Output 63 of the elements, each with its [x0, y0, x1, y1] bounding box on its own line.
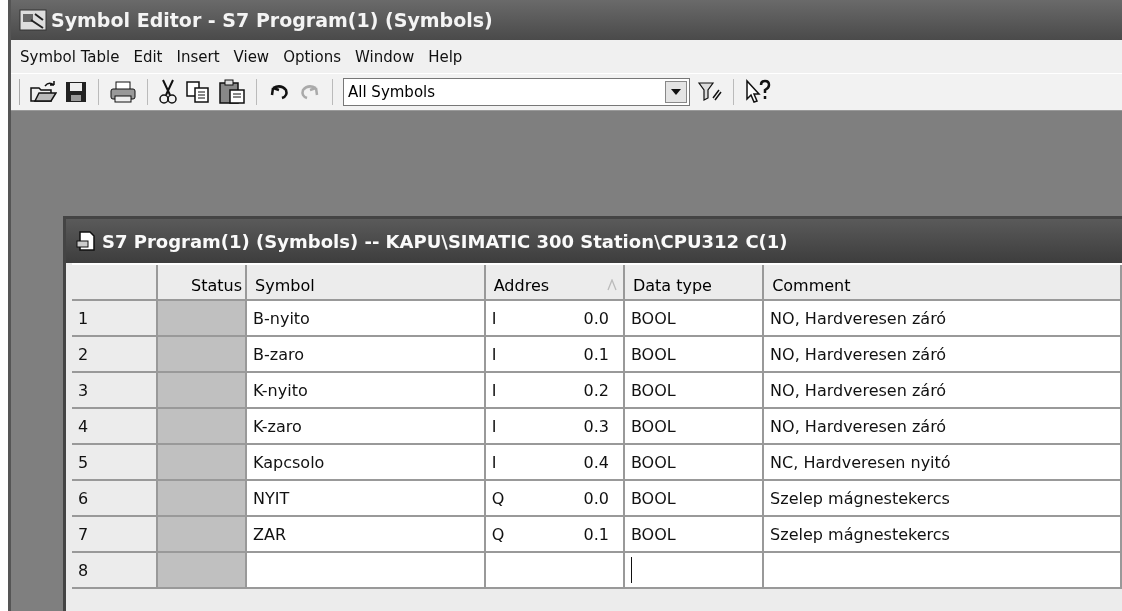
copy-icon[interactable] — [185, 80, 211, 104]
column-header[interactable]: Data type — [624, 265, 765, 301]
table-cell: BOOL — [624, 301, 765, 337]
table-cell: B-nyito — [247, 301, 486, 337]
cut-icon[interactable] — [158, 79, 178, 105]
column-header[interactable]: Addres — [485, 265, 625, 301]
window-title: Symbol Editor - S7 Program(1) (Symbols) — [51, 9, 493, 31]
dropdown-arrow-icon — [671, 89, 681, 95]
table-cell: BOOL — [624, 337, 765, 373]
paste-icon[interactable] — [218, 79, 246, 105]
document-title: S7 Program(1) (Symbols) -- KAPU\SIMATIC 300 Station\CPU312 C(1) — [102, 230, 788, 252]
table-cell: I 0.0 — [485, 301, 625, 337]
column-header[interactable]: Comment — [764, 265, 1122, 301]
menu-item[interactable]: Insert — [169, 45, 227, 68]
symbol-filter-dropdown[interactable]: All Symbols — [343, 78, 690, 106]
save-icon[interactable] — [64, 80, 88, 104]
open-folder-icon[interactable] — [29, 80, 57, 104]
row-number[interactable]: 1 — [72, 301, 158, 337]
text-cursor — [630, 557, 632, 583]
row-number[interactable]: 8 — [72, 553, 158, 589]
table-cell: I 0.3 — [485, 409, 625, 445]
table-cell: NO, Hardveresen záró — [764, 409, 1122, 445]
document-icon — [76, 230, 96, 252]
table-cell: I 0.1 — [485, 337, 625, 373]
table-cell: NO, Hardveresen záró — [764, 301, 1122, 337]
row-number[interactable]: 4 — [72, 409, 158, 445]
table-cell: BOOL — [624, 517, 765, 553]
table-cell: K-zaro — [247, 409, 486, 445]
row-number[interactable]: 5 — [72, 445, 158, 481]
row-number[interactable]: 6 — [72, 481, 158, 517]
column-header[interactable]: Status — [157, 265, 248, 301]
table-cell: Q 0.1 — [485, 517, 625, 553]
menu-item[interactable]: Options — [276, 45, 349, 68]
app-icon — [19, 8, 47, 32]
table-cell: Q 0.0 — [485, 481, 625, 517]
table-cell: I 0.2 — [485, 373, 625, 409]
table-cell: ZAR — [247, 517, 486, 553]
column-header[interactable]: Symbol — [247, 265, 486, 301]
menu-item[interactable]: View — [226, 45, 277, 68]
row-number[interactable]: 7 — [72, 517, 158, 553]
table-cell: NO, Hardveresen záró — [764, 337, 1122, 373]
table-cell: Szelep mágnestekercs — [764, 517, 1122, 553]
table-cell: NYIT — [247, 481, 486, 517]
row-number[interactable]: 2 — [72, 337, 158, 373]
menu-item[interactable]: Help — [421, 45, 470, 68]
menu-item[interactable]: Edit — [126, 45, 170, 68]
table-cell: NC, Hardveresen nyitó — [764, 445, 1122, 481]
table-cell: K-nyito — [247, 373, 486, 409]
table-cell: I 0.4 — [485, 445, 625, 481]
help-pointer-icon[interactable] — [744, 79, 772, 105]
table-cell: BOOL — [624, 373, 765, 409]
table-cell: Kapcsolo — [247, 445, 486, 481]
table-cell: B-zaro — [247, 337, 486, 373]
print-icon[interactable] — [109, 80, 137, 104]
filter-icon[interactable] — [697, 80, 723, 104]
menu-item[interactable]: Window — [348, 45, 422, 68]
table-cell: BOOL — [624, 445, 765, 481]
table-cell: BOOL — [624, 409, 765, 445]
table-cell: Szelep mágnestekercs — [764, 481, 1122, 517]
row-number[interactable]: 3 — [72, 373, 158, 409]
menu-item[interactable]: Symbol Table — [13, 45, 127, 68]
table-cell: BOOL — [624, 481, 765, 517]
table-cell: NO, Hardveresen záró — [764, 373, 1122, 409]
